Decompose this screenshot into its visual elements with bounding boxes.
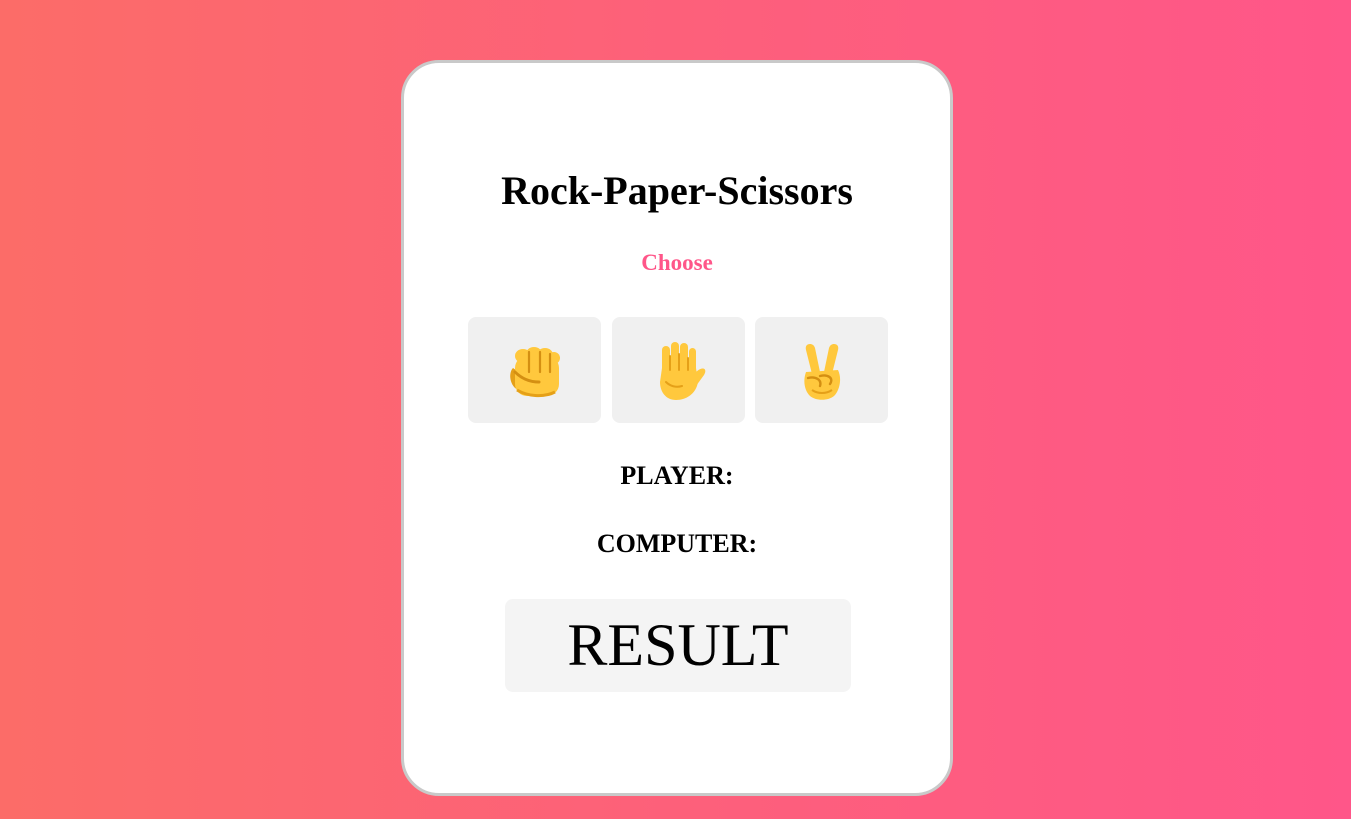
- fist-icon: [503, 338, 567, 402]
- rock-button[interactable]: [468, 317, 601, 423]
- scissors-button[interactable]: [755, 317, 888, 423]
- player-label: PLAYER:: [620, 461, 734, 490]
- game-card: Rock-Paper-Scissors Choose PLAYER: COMPU…: [401, 60, 953, 796]
- computer-label: COMPUTER:: [596, 529, 758, 558]
- choice-buttons: [468, 317, 888, 423]
- result-display: RESULT: [505, 599, 851, 692]
- paper-button[interactable]: [611, 317, 745, 423]
- raised-hand-icon: [646, 338, 710, 402]
- page-title: Rock-Paper-Scissors: [501, 168, 853, 213]
- choose-prompt: Choose: [641, 250, 713, 275]
- victory-hand-icon: [790, 338, 854, 402]
